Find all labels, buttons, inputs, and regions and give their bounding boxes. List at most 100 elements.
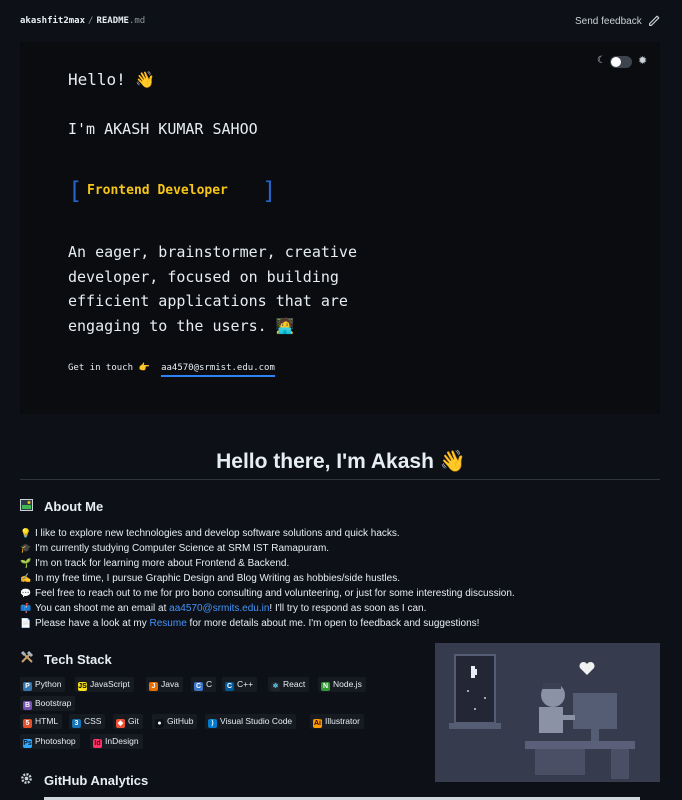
intro-name: I'm AKASH KUMAR SAHOO bbox=[68, 120, 258, 138]
badge-label: Java bbox=[161, 679, 179, 689]
writing-hand-icon: ✍ bbox=[20, 573, 32, 583]
list-item: ✍ In my free time, I pursue Graphic Desig… bbox=[20, 571, 515, 586]
graduation-cap-icon: 🎓 bbox=[20, 543, 32, 553]
badge-cpp: C C++ bbox=[222, 677, 258, 692]
python-icon: P bbox=[23, 682, 32, 691]
badge-label: C++ bbox=[237, 679, 254, 689]
badge-vscode: ⟩ Visual Studio Code bbox=[205, 714, 297, 729]
breadcrumb-file: README bbox=[96, 16, 129, 26]
badge-label: Bootstrap bbox=[35, 698, 72, 708]
document-icon: 📄 bbox=[20, 618, 32, 628]
badge-photoshop: Ps Photoshop bbox=[20, 734, 80, 749]
badge-html: 5 HTML bbox=[20, 714, 63, 729]
badge-label: HTML bbox=[35, 716, 59, 726]
list-item-text: for more details about me. I'm open to f… bbox=[186, 618, 480, 629]
list-item-text: I'm currently studying Computer Science … bbox=[35, 543, 330, 554]
bootstrap-icon: B bbox=[23, 701, 32, 710]
sun-icon: ✹ bbox=[638, 55, 648, 67]
breadcrumb-file-ext: .md bbox=[128, 16, 146, 26]
intro-card bbox=[20, 42, 660, 414]
photoshop-icon: Ps bbox=[23, 739, 32, 748]
intro-description: An eager, brainstormer, creative develop… bbox=[68, 243, 357, 335]
list-item-text: ! I'll try to respond as soon as I can. bbox=[269, 603, 427, 614]
badge-react: ⚛ React bbox=[268, 677, 310, 692]
badge-label: Photoshop bbox=[35, 736, 76, 746]
badge-css: 3 CSS bbox=[69, 714, 106, 729]
github-analytics-heading: GitHub Analytics bbox=[20, 772, 148, 788]
badge-label: React bbox=[283, 679, 306, 689]
badge-label: GitHub bbox=[167, 716, 194, 726]
bracket-right: ] bbox=[262, 177, 277, 205]
get-in-touch: Get in touch 👉 aa4570@srmist.edu.com bbox=[68, 363, 275, 377]
about-list: 💡 I like to explore new technologies and … bbox=[20, 526, 515, 631]
speech-bubble-icon: 💬 bbox=[20, 588, 32, 598]
badge-python: P Python bbox=[20, 677, 66, 692]
role-text: Frontend Developer bbox=[87, 183, 228, 198]
vscode-icon: ⟩ bbox=[208, 719, 217, 728]
theme-switch[interactable] bbox=[610, 56, 632, 68]
list-item: 💡 I like to explore new technologies and … bbox=[20, 526, 515, 541]
hello-greeting: Hello! 👋 bbox=[68, 70, 156, 89]
page-heading: Hello there, I'm Akash 👋 bbox=[216, 450, 466, 473]
badge-label: Git bbox=[128, 716, 139, 726]
email-link[interactable]: aa4570@srmist.edu.com bbox=[161, 363, 275, 377]
badge-label: JavaScript bbox=[90, 679, 130, 689]
css3-icon: 3 bbox=[72, 719, 81, 728]
switch-knob bbox=[611, 57, 621, 67]
git-icon: ◆ bbox=[116, 719, 125, 728]
c-icon: C bbox=[194, 682, 203, 691]
illustrator-icon: Ai bbox=[313, 719, 322, 728]
breadcrumb: akashfit2max / README.md bbox=[20, 16, 145, 26]
html5-icon: 5 bbox=[23, 719, 32, 728]
badge-label: C bbox=[206, 679, 213, 689]
coder-illustration bbox=[435, 643, 660, 782]
list-item-text: Please have a look at my bbox=[35, 618, 150, 629]
badge-javascript: JS JavaScript bbox=[75, 677, 134, 692]
moon-icon: ☾ bbox=[597, 55, 606, 66]
about-image-icon bbox=[20, 499, 36, 514]
about-heading: About Me bbox=[20, 499, 103, 514]
indesign-icon: Id bbox=[93, 739, 102, 748]
bulb-icon: 💡 bbox=[20, 528, 32, 538]
java-icon: J bbox=[149, 682, 158, 691]
resume-link[interactable]: Resume bbox=[150, 618, 187, 629]
badge-label: InDesign bbox=[105, 736, 139, 746]
badge-label: CSS bbox=[84, 716, 102, 726]
gear-icon bbox=[20, 772, 36, 788]
list-item-text: You can shoot me an email at bbox=[35, 603, 170, 614]
breadcrumb-owner[interactable]: akashfit2max bbox=[20, 16, 85, 26]
list-item: 📫 You can shoot me an email at aa4570@srm… bbox=[20, 601, 515, 616]
list-item-text: I'm on track for learning more about Fro… bbox=[35, 558, 290, 569]
cpp-icon: C bbox=[225, 682, 234, 691]
javascript-icon: JS bbox=[78, 682, 87, 691]
list-item-text: In my free time, I pursue Graphic Design… bbox=[35, 573, 400, 584]
list-item-text: Feel free to reach out to me for pro bon… bbox=[35, 588, 515, 599]
badge-indesign: Id InDesign bbox=[90, 734, 143, 749]
list-item: 📄 Please have a look at my Resume for mor… bbox=[20, 616, 515, 631]
list-item: 🎓 I'm currently studying Computer Science… bbox=[20, 541, 515, 556]
heading-divider bbox=[20, 479, 660, 480]
badge-c: CC bbox=[191, 677, 217, 692]
send-feedback-link[interactable]: Send feedback bbox=[575, 16, 642, 27]
breadcrumb-separator: / bbox=[88, 16, 94, 26]
about-title: About Me bbox=[44, 499, 104, 514]
theme-toggle[interactable]: ☾ ✹ bbox=[597, 55, 652, 69]
tools-icon bbox=[20, 650, 36, 667]
badge-label: Python bbox=[35, 679, 62, 689]
tech-stack-title: Tech Stack bbox=[44, 652, 112, 667]
list-item: 🌱 I'm on track for learning more about Fr… bbox=[20, 556, 515, 571]
github-icon: ● bbox=[155, 719, 164, 728]
file-header-bar: akashfit2max / README.md Send feedback bbox=[0, 0, 682, 44]
badge-label: Node.js bbox=[333, 679, 362, 689]
nodejs-icon: N bbox=[321, 682, 330, 691]
badge-label: Illustrator bbox=[325, 716, 360, 726]
pencil-edit-icon[interactable] bbox=[647, 14, 661, 28]
mailbox-icon: 📫 bbox=[20, 603, 32, 613]
badge-nodejs: N Node.js bbox=[318, 677, 366, 692]
badge-git: ◆ Git bbox=[113, 714, 143, 729]
badge-label: Visual Studio Code bbox=[220, 716, 293, 726]
github-analytics-title: GitHub Analytics bbox=[44, 773, 149, 788]
email-link-about[interactable]: aa4570@srmits.edu.in bbox=[169, 603, 269, 614]
list-item: 💬 Feel free to reach out to me for pro bo… bbox=[20, 586, 515, 601]
badge-illustrator: Ai Illustrator bbox=[310, 714, 364, 729]
